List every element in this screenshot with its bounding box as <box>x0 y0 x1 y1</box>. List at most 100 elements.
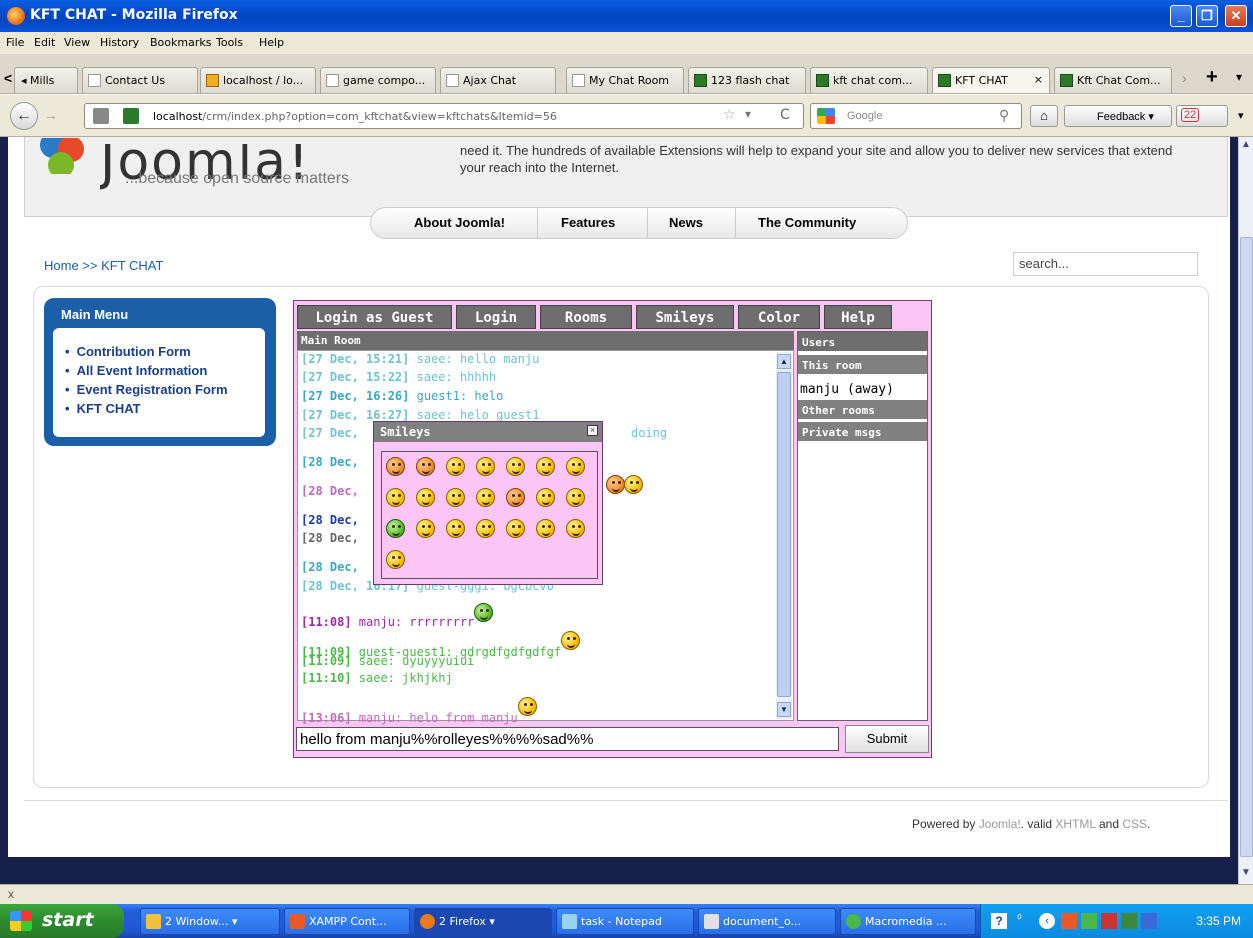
close-button[interactable]: ✕ <box>1225 5 1247 27</box>
tray-app-icon[interactable] <box>1121 913 1137 929</box>
taskbar-firefox[interactable]: 2 Firefox ▾ <box>414 908 552 935</box>
reload-icon[interactable]: C <box>780 107 790 123</box>
xampp-tray-icon[interactable] <box>1061 913 1077 929</box>
private-msgs-header[interactable]: Private msgs <box>798 422 927 442</box>
tab-ajax-chat[interactable]: Ajax Chat <box>440 67 556 93</box>
mad-smiley-icon[interactable] <box>506 488 525 507</box>
tray-app-icon[interactable] <box>1081 913 1097 929</box>
cry-smiley-icon[interactable] <box>566 488 585 507</box>
tab-scroll-left-icon[interactable]: < <box>4 70 12 86</box>
scroll-up-icon[interactable]: ▲ <box>777 354 791 369</box>
menu-item-contribution-form[interactable]: Contribution Form <box>65 342 228 361</box>
nav-news[interactable]: News <box>669 215 703 230</box>
menu-view[interactable]: View <box>64 36 90 49</box>
xhtml-link[interactable]: XHTML <box>1055 817 1095 831</box>
menu-item-event-registration-form[interactable]: Event Registration Form <box>65 380 228 399</box>
message-scrollbar[interactable]: ▲ ▼ <box>776 352 792 719</box>
tab-list-icon[interactable]: ▾ <box>1236 70 1242 84</box>
tab-kft-chat[interactable]: KFT CHAT × <box>932 67 1050 93</box>
page-scrollbar[interactable]: ▲ ▼ <box>1238 137 1253 884</box>
rolleyes-smiley-icon[interactable] <box>476 488 495 507</box>
search-icon[interactable]: ⚲ <box>999 107 1009 124</box>
happy-smiley-icon[interactable] <box>536 488 555 507</box>
help-icon[interactable]: ? <box>991 913 1007 929</box>
menu-file[interactable]: File <box>6 36 24 49</box>
tab-mills[interactable]: ◂ Mills <box>14 67 78 93</box>
close-findbar-icon[interactable]: x <box>8 887 14 901</box>
sick-smiley-icon[interactable] <box>386 519 405 538</box>
menu-item-kft-chat[interactable]: KFT CHAT <box>65 399 228 418</box>
laugh-smiley-icon[interactable] <box>386 488 405 507</box>
feedback-button[interactable]: Feedback ▾ <box>1064 105 1172 127</box>
this-room-header[interactable]: This room <box>798 355 927 375</box>
menu-help[interactable]: Help <box>259 36 284 49</box>
addon-button[interactable]: 22 <box>1176 105 1228 127</box>
scroll-down-icon[interactable]: ▼ <box>777 702 791 717</box>
bookmark-star-icon[interactable]: ☆ <box>723 107 736 123</box>
help-button[interactable]: Help <box>824 305 892 329</box>
tab-kft-chat-com-2[interactable]: Kft Chat Com... <box>1054 67 1172 93</box>
tab-kft-chat-com[interactable]: kft chat com... <box>810 67 928 93</box>
tray-expand-icon[interactable]: ‹ <box>1039 913 1055 929</box>
breadcrumb[interactable]: Home >> KFT CHAT <box>44 258 163 273</box>
rooms-button[interactable]: Rooms <box>540 305 632 329</box>
nav-the-community[interactable]: The Community <box>758 215 856 230</box>
ohmy-smiley-icon[interactable] <box>446 488 465 507</box>
shocked-smiley-icon[interactable] <box>536 457 555 476</box>
sleepy-smiley-icon[interactable] <box>416 488 435 507</box>
nav-about-joomla[interactable]: About Joomla! <box>414 215 505 230</box>
url-dropdown-icon[interactable]: ▾ <box>745 107 751 121</box>
taskbar-document[interactable]: document_o... <box>698 908 836 935</box>
submit-button[interactable]: Submit <box>845 725 929 753</box>
sad-smiley-icon[interactable] <box>446 519 465 538</box>
dizzy-smiley-icon[interactable] <box>506 519 525 538</box>
blush-smiley-icon[interactable] <box>416 457 435 476</box>
taskbar-windows[interactable]: 2 Window... ▾ <box>140 908 280 935</box>
joomla-link[interactable]: Joomla! <box>979 817 1021 831</box>
menu-item-all-event-information[interactable]: All Event Information <box>65 361 228 380</box>
tray-search-icon[interactable] <box>1101 913 1117 929</box>
css-link[interactable]: CSS <box>1122 817 1147 831</box>
tab-123-flash-chat[interactable]: 123 flash chat <box>688 67 806 93</box>
login-as-guest-button[interactable]: Login as Guest <box>297 305 452 329</box>
scroll-thumb[interactable] <box>1240 237 1253 857</box>
glasses-smiley-icon[interactable] <box>566 457 585 476</box>
restore-button[interactable]: ❐ <box>1196 5 1218 27</box>
tongue-smiley-icon[interactable] <box>536 519 555 538</box>
tab-localhost[interactable]: localhost / lo... <box>200 67 316 93</box>
menu-history[interactable]: History <box>100 36 139 49</box>
color-button[interactable]: Color <box>738 305 820 329</box>
search-engine-box[interactable]: Google ⚲ <box>810 103 1022 129</box>
identity-icon[interactable] <box>93 108 109 124</box>
smile-smiley-icon[interactable] <box>476 519 495 538</box>
new-tab-icon[interactable]: + <box>1206 66 1218 89</box>
confused-smiley-icon[interactable] <box>476 457 495 476</box>
menu-tools[interactable]: Tools <box>216 36 243 49</box>
other-rooms-header[interactable]: Other rooms <box>798 400 927 420</box>
grin-smiley-icon[interactable] <box>506 457 525 476</box>
tab-game-compo[interactable]: game compo... <box>320 67 436 93</box>
smileys-button[interactable]: Smileys <box>636 305 734 329</box>
taskbar-xampp[interactable]: XAMPP Cont... <box>284 908 410 935</box>
tab-scroll-right-icon[interactable]: › <box>1182 70 1187 86</box>
smile-smiley-icon[interactable] <box>386 550 405 569</box>
tab-close-icon[interactable]: × <box>1034 73 1043 86</box>
user-entry[interactable]: manju (away) <box>800 382 894 397</box>
taskbar-macromedia[interactable]: Macromedia ... <box>840 908 976 935</box>
login-button[interactable]: Login <box>456 305 536 329</box>
close-icon[interactable]: × <box>587 425 598 436</box>
clock[interactable]: 3:35 PM <box>1196 914 1241 928</box>
scroll-thumb[interactable] <box>777 372 791 697</box>
tray-app-icon[interactable] <box>1141 913 1157 929</box>
tab-contact-us[interactable]: Contact Us <box>82 67 198 93</box>
minimize-button[interactable]: _ <box>1170 5 1192 27</box>
toolbar-overflow-icon[interactable]: ▾ <box>1238 109 1244 122</box>
start-button[interactable]: start <box>0 904 124 938</box>
taskbar-notepad[interactable]: task - Notepad <box>556 908 694 935</box>
site-search-input[interactable]: search... <box>1013 252 1198 276</box>
menu-bookmarks[interactable]: Bookmarks <box>150 36 211 49</box>
menu-edit[interactable]: Edit <box>34 36 55 49</box>
surprised-smiley-icon[interactable] <box>566 519 585 538</box>
network-icon[interactable]: ⁰ <box>1017 912 1022 926</box>
home-icon[interactable]: ⌂ <box>1030 105 1058 127</box>
